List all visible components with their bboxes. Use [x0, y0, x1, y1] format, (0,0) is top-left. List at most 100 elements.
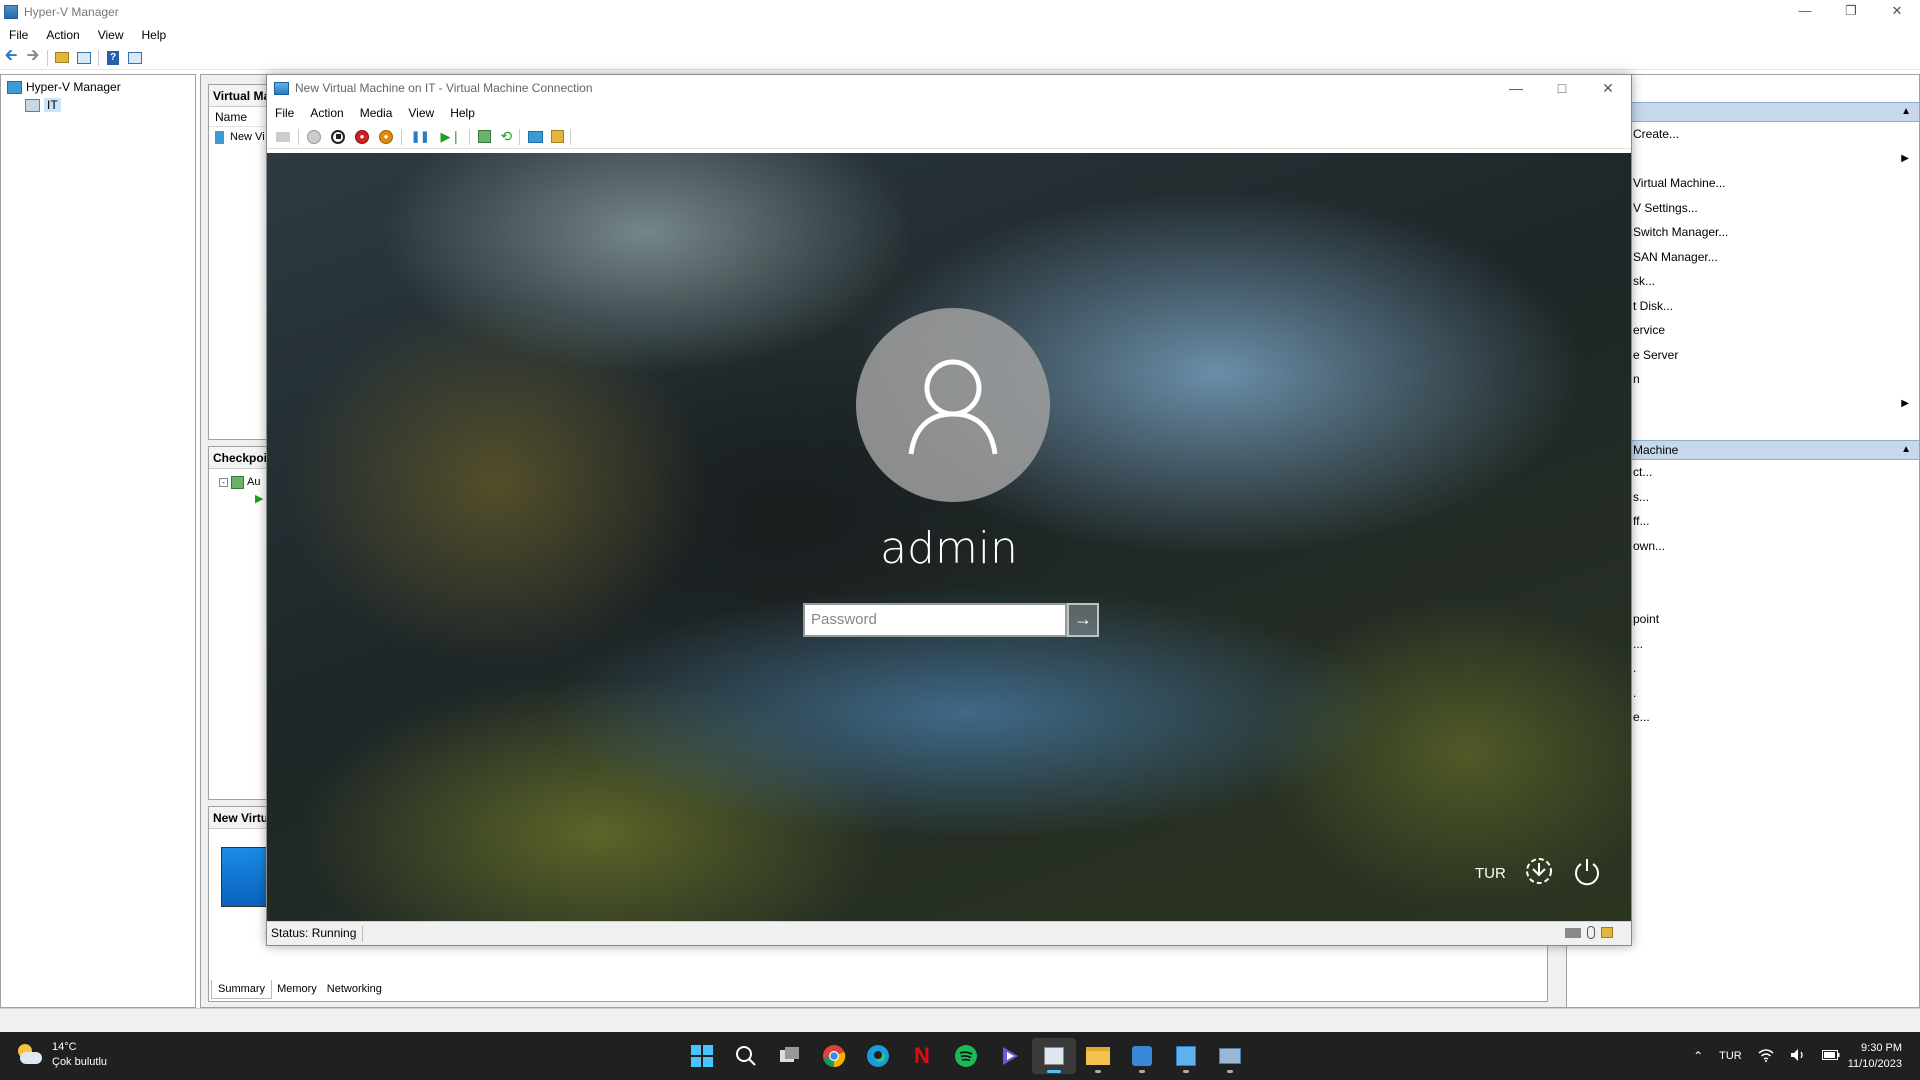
collapse-caret-icon[interactable]: ▲ — [1901, 103, 1911, 121]
action-label: sk... — [1633, 274, 1656, 288]
resume-icon[interactable]: ▶❘ — [440, 129, 461, 145]
password-input[interactable]: Password — [803, 603, 1067, 637]
hyperv-titlebar: Hyper-V Manager — ❐ ✕ — [0, 0, 1920, 24]
action-label: ... — [1633, 636, 1644, 651]
vm-status-text: Status: Running — [271, 926, 357, 940]
action-label: Create... — [1633, 127, 1680, 141]
action-pane-icon[interactable] — [127, 50, 143, 66]
tray-language[interactable]: TUR — [1719, 1050, 1742, 1062]
task-view-icon — [780, 1047, 799, 1062]
hyperv-statusbar — [0, 1008, 1920, 1032]
chrome-icon — [823, 1045, 846, 1068]
show-hide-console-tree-icon[interactable] — [76, 50, 92, 66]
action-label: Switch Manager... — [1633, 225, 1729, 239]
language-indicator[interactable]: TUR — [1475, 865, 1506, 882]
clock-time: 9:30 PM — [1861, 1042, 1902, 1054]
accessibility-icon[interactable] — [1521, 853, 1557, 889]
server-icon — [25, 98, 40, 112]
tab-networking[interactable]: Networking — [322, 980, 387, 999]
action-label: t Disk... — [1633, 298, 1674, 313]
revert-icon[interactable]: ⟲ — [500, 128, 512, 145]
vm-statusbar: Status: Running — [267, 921, 1631, 945]
collapse-icon[interactable]: - — [219, 477, 228, 487]
action-label: ct... — [1633, 465, 1653, 479]
folder-icon — [1086, 1047, 1110, 1065]
save-icon[interactable]: ● — [379, 129, 393, 144]
hyperv-taskbar-icon — [1176, 1046, 1196, 1066]
start-button[interactable] — [680, 1038, 724, 1074]
close-button[interactable]: ✕ — [1874, 0, 1920, 24]
wifi-icon[interactable] — [1758, 1048, 1774, 1065]
search-button[interactable] — [724, 1038, 768, 1074]
lock-icon — [1601, 927, 1613, 938]
shutdown-icon[interactable]: ● — [355, 129, 369, 144]
menu-file[interactable]: File — [0, 28, 37, 42]
menu-action[interactable]: Action — [37, 28, 88, 42]
snipping-app[interactable] — [1120, 1038, 1164, 1074]
enhanced-session-icon[interactable] — [528, 130, 544, 143]
keyboard-icon — [1565, 928, 1581, 938]
network-app[interactable] — [1208, 1038, 1252, 1074]
vm-menu-help[interactable]: Help — [442, 106, 483, 120]
netflix-app[interactable]: N — [900, 1038, 944, 1074]
show-hidden-icons-chevron-icon[interactable]: ⌃ — [1693, 1049, 1703, 1063]
tab-summary[interactable]: Summary — [211, 980, 273, 999]
checkpoint-label: Au — [247, 476, 261, 488]
clock[interactable]: 9:30 PM 11/10/2023 — [1848, 1040, 1902, 1072]
media-app[interactable] — [988, 1038, 1032, 1074]
task-view-button[interactable] — [768, 1038, 812, 1074]
vm-menu-media[interactable]: Media — [352, 106, 401, 120]
vm-maximize-button[interactable]: □ — [1539, 75, 1585, 101]
share-icon[interactable] — [551, 130, 565, 143]
turn-off-icon[interactable] — [331, 129, 345, 144]
hyperv-taskbar-app[interactable] — [1164, 1038, 1208, 1074]
user-icon — [908, 359, 998, 455]
vm-minimize-button[interactable]: — — [1493, 75, 1539, 101]
submenu-arrow-icon: ▶ — [1901, 397, 1909, 409]
detail-tabs: Summary Memory Networking — [211, 980, 387, 999]
tab-memory[interactable]: Memory — [272, 980, 322, 999]
submit-arrow-button[interactable]: → — [1067, 603, 1099, 637]
tree-item-hyperv-manager[interactable]: Hyper-V Manager — [1, 78, 195, 96]
vm-connection-app[interactable] — [1032, 1038, 1076, 1074]
action-label: n — [1633, 372, 1640, 386]
weather-widget[interactable]: 14°C Çok bulutlu — [16, 1040, 107, 1070]
spotify-app[interactable] — [944, 1038, 988, 1074]
vm-menu-action[interactable]: Action — [302, 106, 351, 120]
battery-icon[interactable] — [1821, 1049, 1840, 1064]
back-arrow-icon[interactable]: 🡰 — [3, 47, 19, 66]
file-explorer-app[interactable] — [1076, 1038, 1120, 1074]
vm-menu-file[interactable]: File — [267, 106, 302, 120]
chrome-app[interactable] — [812, 1038, 856, 1074]
vm-display[interactable]: admin Password → TUR — [267, 153, 1631, 921]
menu-help[interactable]: Help — [133, 28, 176, 42]
ctrl-alt-del-icon[interactable] — [276, 131, 290, 142]
snipping-tool-icon — [1132, 1046, 1152, 1066]
tree-label-host: IT — [44, 98, 61, 112]
vm-toolbar: ● ● ❚❚ ▶❘ ⟲ — [267, 125, 1631, 149]
action-label: . — [1633, 661, 1637, 675]
edge-app[interactable] — [856, 1038, 900, 1074]
help-icon[interactable]: ? — [105, 50, 121, 66]
vm-menu-view[interactable]: View — [400, 106, 442, 120]
tree-item-host[interactable]: IT — [1, 96, 195, 114]
volume-icon[interactable] — [1790, 1048, 1806, 1065]
checkpoint-icon[interactable] — [478, 130, 492, 143]
netflix-icon: N — [914, 1043, 930, 1068]
collapse-caret-icon[interactable]: ▲ — [1901, 441, 1911, 459]
forward-arrow-icon[interactable]: 🡲 — [25, 47, 41, 66]
clock-date: 11/10/2023 — [1847, 1058, 1902, 1070]
vm-close-button[interactable]: ✕ — [1585, 75, 1631, 101]
pause-icon[interactable]: ❚❚ — [411, 130, 429, 143]
action-label: V Settings... — [1633, 200, 1698, 215]
minimize-button[interactable]: — — [1782, 0, 1828, 24]
vm-title: New Virtual Machine on IT - Virtual Mach… — [295, 81, 593, 95]
up-folder-icon[interactable] — [54, 50, 70, 66]
restore-button[interactable]: ❐ — [1828, 0, 1874, 24]
start-icon[interactable] — [307, 129, 321, 144]
action-label: ff... — [1633, 514, 1650, 528]
menu-view[interactable]: View — [89, 28, 133, 42]
hyperv-title: Hyper-V Manager — [24, 5, 119, 19]
search-icon — [736, 1046, 756, 1066]
power-icon[interactable] — [1569, 853, 1605, 889]
